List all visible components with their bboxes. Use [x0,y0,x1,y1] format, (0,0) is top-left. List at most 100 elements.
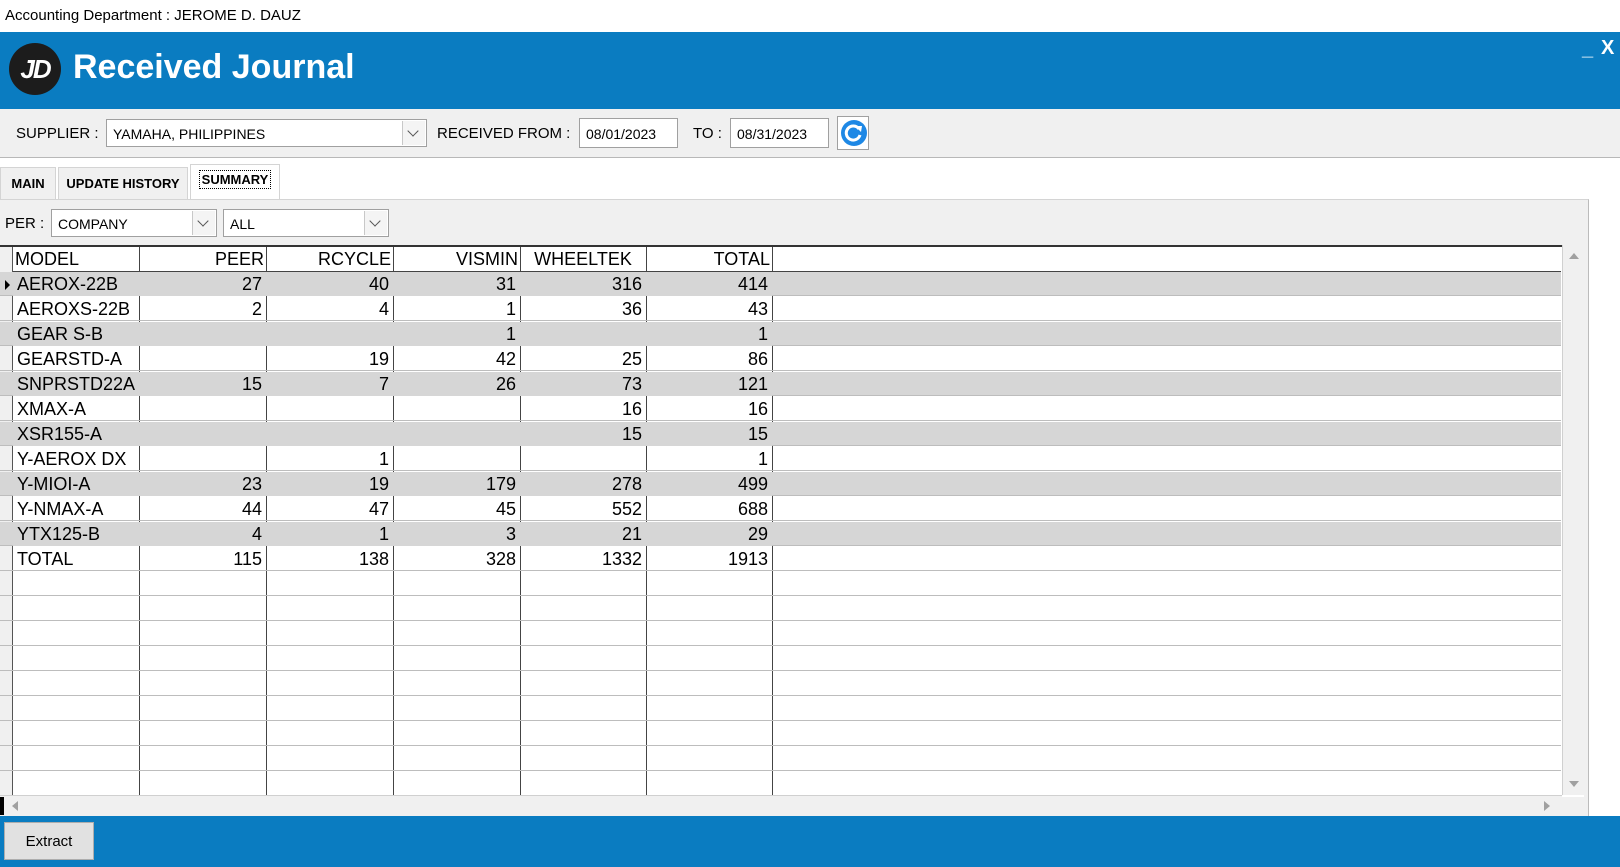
cell-peer[interactable] [139,447,266,471]
cell-rcycle[interactable]: 47 [266,497,393,521]
to-date-input[interactable]: 08/31/2023 [730,118,829,148]
cell-model[interactable]: GEAR S-B [13,322,139,346]
cell-rcycle[interactable] [266,322,393,346]
cell-peer[interactable]: 15 [139,372,266,396]
cell-rcycle[interactable]: 1 [266,522,393,546]
cell-vismin[interactable]: 45 [393,497,520,521]
cell-total[interactable]: 121 [646,372,772,396]
cell-vismin[interactable]: 1 [393,322,520,346]
cell-total[interactable]: 1913 [646,547,772,571]
cell-peer[interactable]: 23 [139,472,266,496]
vertical-scrollbar[interactable] [1562,245,1585,795]
cell-total[interactable]: 414 [646,272,772,296]
column-header-model[interactable]: MODEL [13,247,139,271]
cell-total[interactable]: 16 [646,397,772,421]
column-header-rcycle[interactable]: RCYCLE [266,247,393,271]
cell-vismin[interactable]: 3 [393,522,520,546]
cell-total[interactable]: 29 [646,522,772,546]
received-from-date-input[interactable]: 08/01/2023 [579,118,678,148]
cell-vismin[interactable]: 328 [393,547,520,571]
cell-peer[interactable] [139,322,266,346]
cell-total[interactable]: 1 [646,447,772,471]
table-row[interactable]: AEROX-22B 27 40 31 316 414 [0,272,1561,296]
cell-vismin[interactable]: 31 [393,272,520,296]
scope-dropdown[interactable]: ALL [223,209,389,237]
cell-model[interactable]: XMAX-A [13,397,139,421]
cell-peer[interactable]: 44 [139,497,266,521]
cell-wheeltek[interactable]: 15 [520,422,646,446]
close-button[interactable]: X [1601,37,1614,60]
cell-peer[interactable]: 4 [139,522,266,546]
cell-total[interactable]: 86 [646,347,772,371]
column-header-total[interactable]: TOTAL [646,247,772,271]
cell-model[interactable]: SNPRSTD22A [13,372,139,396]
cell-model[interactable]: AEROX-22B [13,272,139,296]
cell-wheeltek[interactable] [520,447,646,471]
cell-wheeltek[interactable]: 16 [520,397,646,421]
cell-wheeltek[interactable]: 1332 [520,547,646,571]
table-row[interactable]: YTX125-B 4 1 3 21 29 [0,522,1561,546]
cell-total[interactable]: 15 [646,422,772,446]
table-row[interactable]: Y-NMAX-A 44 47 45 552 688 [0,497,1561,521]
minimize-button[interactable]: _ [1582,38,1593,61]
table-row[interactable]: SNPRSTD22A 15 7 26 73 121 [0,372,1561,396]
cell-rcycle[interactable]: 19 [266,347,393,371]
cell-vismin[interactable] [393,447,520,471]
table-row[interactable]: GEARSTD-A 19 42 25 86 [0,347,1561,371]
cell-rcycle[interactable] [266,422,393,446]
cell-model[interactable]: Y-MIOI-A [13,472,139,496]
cell-model[interactable]: TOTAL [13,547,139,571]
column-header-wheeltek[interactable]: WHEELTEK [520,247,646,271]
cell-vismin[interactable] [393,422,520,446]
cell-wheeltek[interactable] [520,322,646,346]
cell-model[interactable]: AEROXS-22B [13,297,139,321]
cell-model[interactable]: Y-NMAX-A [13,497,139,521]
cell-model[interactable]: Y-AEROX DX [13,447,139,471]
cell-peer[interactable]: 115 [139,547,266,571]
cell-wheeltek[interactable]: 73 [520,372,646,396]
tab-update-history[interactable]: UPDATE HISTORY [58,167,188,199]
cell-vismin[interactable]: 1 [393,297,520,321]
cell-wheeltek[interactable]: 25 [520,347,646,371]
extract-button[interactable]: Extract [4,822,94,860]
cell-rcycle[interactable]: 19 [266,472,393,496]
cell-wheeltek[interactable]: 316 [520,272,646,296]
horizontal-scrollbar[interactable] [0,795,1562,816]
column-header-vismin[interactable]: VISMIN [393,247,520,271]
cell-wheeltek[interactable]: 36 [520,297,646,321]
cell-vismin[interactable] [393,397,520,421]
cell-total[interactable]: 499 [646,472,772,496]
cell-rcycle[interactable] [266,397,393,421]
table-row[interactable]: TOTAL 115 138 328 1332 1913 [0,547,1561,571]
summary-grid[interactable]: MODEL PEER RCYCLE VISMIN WHEELTEK TOTAL AEROX-… [0,245,1584,797]
cell-total[interactable]: 1 [646,322,772,346]
cell-total[interactable]: 688 [646,497,772,521]
cell-model[interactable]: GEARSTD-A [13,347,139,371]
cell-rcycle[interactable]: 40 [266,272,393,296]
tab-main[interactable]: MAIN [0,167,56,199]
cell-rcycle[interactable]: 138 [266,547,393,571]
tab-summary[interactable]: SUMMARY [190,164,280,199]
cell-total[interactable]: 43 [646,297,772,321]
cell-wheeltek[interactable]: 278 [520,472,646,496]
cell-rcycle[interactable]: 7 [266,372,393,396]
table-row[interactable]: XMAX-A 16 16 [0,397,1561,421]
refresh-button[interactable] [837,116,869,150]
supplier-dropdown[interactable]: YAMAHA, PHILIPPINES [106,119,427,147]
table-row[interactable]: Y-AEROX DX 1 1 [0,447,1561,471]
chevron-down-icon[interactable] [364,211,387,235]
cell-rcycle[interactable]: 1 [266,447,393,471]
table-row[interactable]: XSR155-A 15 15 [0,422,1561,446]
cell-peer[interactable]: 27 [139,272,266,296]
cell-peer[interactable] [139,347,266,371]
chevron-down-icon[interactable] [402,121,425,145]
table-row[interactable]: GEAR S-B 1 1 [0,322,1561,346]
cell-peer[interactable] [139,422,266,446]
column-header-peer[interactable]: PEER [139,247,266,271]
per-dropdown[interactable]: COMPANY [51,209,217,237]
cell-vismin[interactable]: 179 [393,472,520,496]
cell-model[interactable]: XSR155-A [13,422,139,446]
chevron-down-icon[interactable] [192,211,215,235]
cell-vismin[interactable]: 26 [393,372,520,396]
cell-peer[interactable] [139,397,266,421]
